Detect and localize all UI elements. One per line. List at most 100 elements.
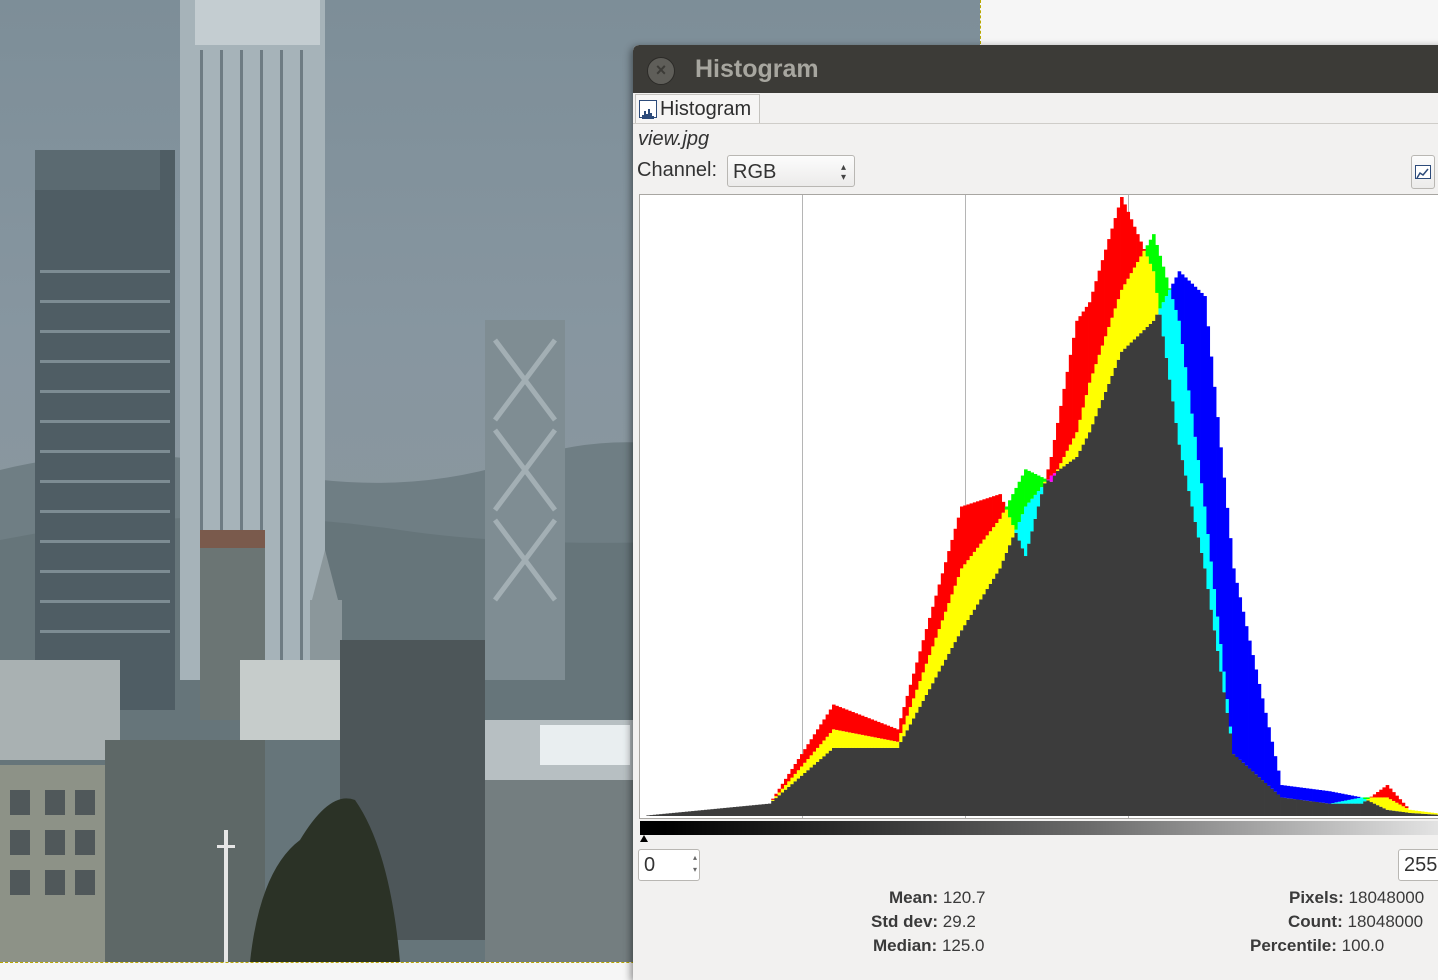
- histogram-bin-blue: [1257, 683, 1262, 778]
- histogram-bin-cyan: [1228, 726, 1233, 734]
- histogram-bin-overlap: [662, 813, 666, 816]
- image-filename: view.jpg: [638, 128, 710, 150]
- histogram-bin-yellow: [1139, 256, 1143, 334]
- histogram-bin-overlap: [675, 812, 679, 816]
- histogram-bin-yellow: [1004, 509, 1009, 553]
- histogram-bin-overlap: [1280, 797, 1284, 816]
- close-icon[interactable]: ×: [647, 57, 675, 85]
- histogram-bin-overlap: [1187, 491, 1191, 816]
- histogram-bin-cyan: [1190, 413, 1195, 507]
- histogram-bin-red: [880, 723, 884, 739]
- histogram-bin-overlap: [1123, 348, 1127, 816]
- histogram-bin-overlap: [860, 747, 865, 816]
- histogram-bin-red: [886, 725, 891, 740]
- histogram-bin-yellow: [1075, 432, 1079, 457]
- histogram-bin-blue: [1276, 770, 1281, 795]
- range-end-input[interactable]: 255: [1398, 849, 1438, 881]
- histogram-bin-green: [1152, 234, 1156, 272]
- histogram-bin-red: [822, 719, 827, 741]
- histogram-bin-yellow: [870, 736, 875, 748]
- histogram-bin-green: [1168, 288, 1172, 290]
- histogram-bin-overlap: [1385, 809, 1390, 816]
- histogram-bin-overlap: [707, 809, 711, 816]
- histogram-bin-yellow: [886, 739, 891, 748]
- histogram-bin-yellow: [918, 681, 923, 707]
- histogram-bin-overlap: [806, 770, 811, 816]
- histogram-bin-green: [1043, 478, 1047, 482]
- histogram-bin-red: [844, 709, 849, 732]
- scale-toggle-button[interactable]: [1411, 155, 1435, 189]
- histogram-bin-overlap: [1030, 531, 1035, 816]
- histogram-bin-cyan: [1027, 502, 1031, 544]
- histogram-bin-overlap: [1305, 800, 1310, 816]
- histogram-bin-blue: [1260, 698, 1265, 781]
- histogram-bin-blue: [1347, 794, 1351, 800]
- histogram-bin-overlap: [748, 805, 753, 816]
- histogram-bin-blue: [1219, 447, 1223, 645]
- histogram-bin-yellow: [1417, 811, 1422, 814]
- histogram-bin-red: [908, 684, 913, 708]
- histogram-bin-red: [1379, 789, 1383, 798]
- histogram-bin-red: [1068, 354, 1073, 445]
- histogram-bin-red: [979, 500, 983, 544]
- histogram-bin-overlap: [1308, 801, 1313, 816]
- histogram-bin-overlap: [857, 747, 862, 816]
- histogram-bin-overlap: [1046, 480, 1051, 816]
- histogram-bin-cyan: [1187, 390, 1191, 492]
- histogram-bin-overlap: [1356, 803, 1361, 816]
- histogram-bin-red: [960, 506, 964, 569]
- histogram-bin-green: [1011, 494, 1015, 526]
- histogram-bin-blue: [1200, 292, 1204, 484]
- histogram-bin-overlap: [947, 653, 951, 816]
- histogram-bin-overlap: [854, 747, 859, 816]
- histogram-bin-overlap: [812, 764, 817, 816]
- histogram-bin-overlap: [646, 815, 650, 816]
- stat-stddev: Std dev: 29.2: [871, 912, 976, 932]
- histogram-bin-yellow: [1059, 463, 1063, 469]
- histogram-bin-overlap: [892, 747, 897, 816]
- histogram-bin-yellow: [812, 751, 817, 765]
- histogram-bin-overlap: [1257, 777, 1262, 816]
- histogram-bin-overlap: [710, 809, 715, 816]
- histogram-bin-yellow: [953, 585, 958, 643]
- histogram-bin-overlap: [1212, 630, 1217, 816]
- histogram-bin-overlap: [790, 784, 795, 816]
- histogram-bin-red: [1120, 197, 1124, 290]
- tab-histogram[interactable]: Histogram: [635, 94, 761, 123]
- histogram-bin-red: [1136, 234, 1140, 262]
- histogram-bin-overlap: [1116, 359, 1121, 816]
- histogram-bin-overlap: [1113, 367, 1118, 816]
- histogram-bin-cyan: [1168, 289, 1172, 380]
- histogram-bin-red: [1392, 792, 1396, 801]
- histogram-bin-red: [1094, 281, 1099, 365]
- channel-value: RGB: [733, 161, 777, 183]
- dialog-titlebar[interactable]: × Histogram: [633, 45, 1438, 93]
- histogram-bin-overlap: [1424, 813, 1428, 816]
- histogram-bin-overlap: [1289, 798, 1294, 816]
- histogram-bin-overlap: [1366, 800, 1371, 816]
- histogram-bin-overlap: [960, 630, 964, 816]
- histogram-bin-yellow: [988, 531, 993, 584]
- histogram-bin-yellow: [1372, 797, 1377, 804]
- histogram-bin-overlap: [1388, 810, 1393, 816]
- histogram-bin-red: [1052, 439, 1057, 474]
- histogram-bin-red: [803, 749, 807, 763]
- histogram-view[interactable]: [639, 194, 1438, 819]
- range-start-marker[interactable]: [640, 835, 648, 842]
- histogram-bin-red: [1065, 371, 1070, 451]
- range-start-input[interactable]: 0 ▴ ▾: [638, 849, 700, 881]
- histogram-bin-red: [1129, 219, 1134, 274]
- histogram-bin-green: [1148, 239, 1153, 264]
- spinner-arrows-icon[interactable]: ▴ ▾: [693, 852, 697, 876]
- histogram-bin-red: [1372, 794, 1377, 798]
- histogram-bin-overlap: [1081, 444, 1086, 816]
- histogram-bin-magenta: [1049, 475, 1054, 482]
- histogram-bin-overlap: [681, 811, 686, 816]
- histogram-bin-overlap: [774, 798, 779, 816]
- histogram-bin-yellow: [1107, 326, 1111, 384]
- histogram-bin-red: [902, 707, 907, 725]
- channel-select[interactable]: RGB ▴ ▾: [727, 155, 855, 187]
- histogram-bin-yellow: [1136, 262, 1140, 337]
- histogram-bin-yellow: [860, 734, 865, 748]
- histogram-bin-blue: [1238, 597, 1243, 760]
